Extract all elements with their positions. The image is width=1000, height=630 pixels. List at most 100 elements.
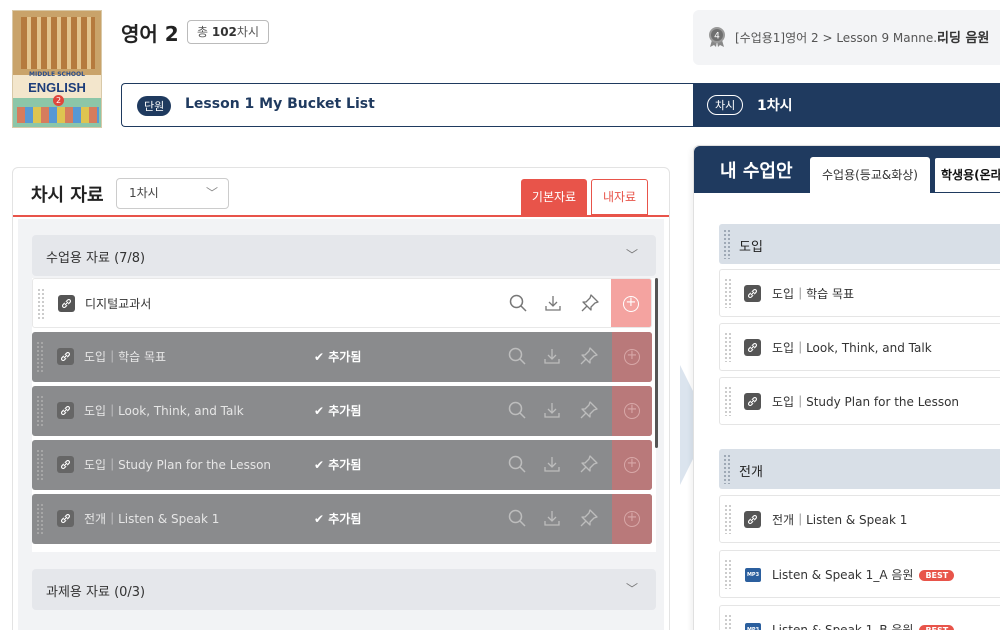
- drag-handle-icon[interactable]: [724, 386, 732, 416]
- plan-item[interactable]: MP3 Listen & Speak 1_A 음원 BEST: [719, 550, 1000, 598]
- material-title: 도입｜Study Plan for the Lesson: [84, 458, 272, 472]
- drag-handle-icon[interactable]: [36, 395, 44, 427]
- search-icon[interactable]: [507, 400, 527, 420]
- cover-illustration-bottom: [17, 107, 99, 123]
- drag-handle-icon[interactable]: [36, 503, 44, 535]
- material-title: 디지털교과서: [85, 297, 152, 311]
- add-to-plan-button[interactable]: +: [612, 440, 652, 490]
- material-title: 도입｜학습 목표: [84, 350, 167, 364]
- added-indicator: ✔ 추가됨: [314, 404, 362, 418]
- section-label: 과제용 자료 (0/3): [46, 585, 146, 600]
- tab-my-materials[interactable]: 내자료: [591, 179, 648, 215]
- list-scrollbar[interactable]: [655, 278, 658, 448]
- plan-item[interactable]: 도입｜Look, Think, and Talk: [719, 323, 1000, 371]
- session-select[interactable]: 1차시 ﹀: [116, 178, 229, 209]
- recent-lesson-text[interactable]: [수업용1]영어 2 > Lesson 9 Manne...: [735, 29, 945, 46]
- plan-item-title: 도입｜학습 목표: [772, 287, 855, 301]
- lesson-title: 1차시: [757, 98, 793, 114]
- drag-handle-icon[interactable]: [36, 341, 44, 373]
- add-to-plan-button[interactable]: +: [612, 494, 652, 544]
- add-circle-icon: +: [624, 349, 640, 365]
- material-row[interactable]: 전개｜Listen & Speak 1 ✔ 추가됨 +: [32, 494, 652, 544]
- cover-title: ENGLISH: [28, 80, 86, 95]
- add-to-plan-button[interactable]: +: [612, 332, 652, 382]
- tab-class-online[interactable]: 수업용(등교&화상): [810, 157, 930, 193]
- tab-basic-materials[interactable]: 기본자료: [521, 179, 587, 215]
- my-lesson-plan-header: 내 수업안 수업용(등교&화상) 학생용(온라: [694, 146, 1000, 193]
- chevron-down-icon[interactable]: ﹀: [626, 246, 638, 263]
- search-icon[interactable]: [508, 293, 528, 313]
- pin-icon[interactable]: [579, 346, 599, 366]
- plan-item[interactable]: 전개｜Listen & Speak 1: [719, 495, 1000, 543]
- pin-icon[interactable]: [579, 400, 599, 420]
- download-icon[interactable]: [542, 454, 562, 474]
- drag-handle-icon[interactable]: [36, 449, 44, 481]
- cover-number: 2: [53, 95, 64, 106]
- recent-action-link[interactable]: 리딩 음원: [937, 27, 989, 46]
- section-class-materials[interactable]: 수업용 자료 (7/8) ﹀: [32, 235, 656, 276]
- link-icon: [744, 339, 761, 356]
- section-assignment-materials[interactable]: 과제용 자료 (0/3) ﹀: [32, 569, 656, 610]
- drag-handle-icon[interactable]: [724, 504, 732, 534]
- download-icon[interactable]: [542, 400, 562, 420]
- session-select-value: 1차시: [129, 186, 159, 200]
- panel-title: 차시 자료: [31, 185, 104, 206]
- search-icon[interactable]: [507, 508, 527, 528]
- add-to-plan-button[interactable]: +: [612, 386, 652, 436]
- drag-handle-icon[interactable]: [724, 278, 732, 308]
- plan-item-title: 도입｜Look, Think, and Talk: [772, 341, 932, 355]
- download-icon[interactable]: [542, 508, 562, 528]
- download-icon[interactable]: [542, 346, 562, 366]
- chevron-down-icon: ﹀: [205, 186, 218, 200]
- search-icon[interactable]: [507, 346, 527, 366]
- link-icon: [57, 348, 74, 365]
- lesson-selector[interactable]: 차시 1차시: [693, 83, 1000, 127]
- drag-handle-icon[interactable]: [37, 288, 45, 320]
- added-indicator: ✔ 추가됨: [314, 458, 362, 472]
- unit-selector[interactable]: 단원 Lesson 1 My Bucket List: [121, 83, 696, 127]
- plan-group-header[interactable]: 전개: [719, 449, 1000, 489]
- plan-item-title: 전개｜Listen & Speak 1: [772, 513, 908, 527]
- session-materials-header: 차시 자료 1차시 ﹀ 기본자료 내자료: [13, 168, 669, 217]
- plan-item[interactable]: MP3 Listen & Speak 1_B 음원BEST: [719, 605, 1000, 630]
- plan-group-header[interactable]: 도입: [719, 224, 1000, 264]
- material-title: 전개｜Listen & Speak 1: [84, 512, 220, 526]
- recent-lesson-box[interactable]: 4 [수업용1]영어 2 > Lesson 9 Manne... 리딩 음원: [693, 10, 1000, 65]
- mp3-icon: MP3: [745, 568, 761, 582]
- chevron-down-icon[interactable]: ﹀: [626, 580, 638, 597]
- pin-icon[interactable]: [580, 293, 600, 313]
- add-to-plan-button[interactable]: +: [611, 279, 651, 327]
- material-row[interactable]: 도입｜학습 목표 ✔ 추가됨 +: [32, 332, 652, 382]
- add-circle-icon: +: [624, 511, 640, 527]
- plan-item-title: Listen & Speak 1_B 음원BEST: [772, 621, 955, 630]
- drag-handle-icon[interactable]: [724, 559, 732, 589]
- mp3-icon: MP3: [745, 623, 761, 630]
- drag-handle-icon[interactable]: [724, 614, 732, 630]
- drag-handle-icon[interactable]: [723, 454, 731, 484]
- pin-icon[interactable]: [579, 454, 599, 474]
- panel-title: 내 수업안: [720, 161, 793, 182]
- search-icon[interactable]: [507, 454, 527, 474]
- download-icon[interactable]: [543, 293, 563, 313]
- best-badge: BEST: [919, 625, 955, 630]
- best-badge: BEST: [919, 570, 955, 581]
- cover-illustration: [21, 17, 95, 69]
- lesson-pill: 차시: [707, 95, 744, 115]
- tab-student-online[interactable]: 학생용(온라: [934, 157, 1000, 193]
- material-row[interactable]: 도입｜Look, Think, and Talk ✔ 추가됨 +: [32, 386, 652, 436]
- plan-item-title: Listen & Speak 1_A 음원 BEST: [772, 566, 955, 583]
- drag-handle-icon[interactable]: [723, 229, 731, 259]
- medal-icon: 4: [709, 27, 725, 47]
- material-row[interactable]: 디지털교과서 +: [32, 278, 652, 328]
- link-icon: [57, 456, 74, 473]
- unit-title: Lesson 1 My Bucket List: [185, 96, 375, 112]
- link-icon: [744, 393, 761, 410]
- material-row[interactable]: 도입｜Study Plan for the Lesson ✔ 추가됨 +: [32, 440, 652, 490]
- plan-item[interactable]: 도입｜학습 목표: [719, 269, 1000, 317]
- add-circle-icon: +: [624, 457, 640, 473]
- drag-handle-icon[interactable]: [724, 332, 732, 362]
- pin-icon[interactable]: [579, 508, 599, 528]
- link-icon: [57, 402, 74, 419]
- plan-item[interactable]: 도입｜Study Plan for the Lesson: [719, 377, 1000, 425]
- my-lesson-plan-panel: 내 수업안 수업용(등교&화상) 학생용(온라 도입도입｜학습 목표도입｜Loo…: [693, 145, 1000, 630]
